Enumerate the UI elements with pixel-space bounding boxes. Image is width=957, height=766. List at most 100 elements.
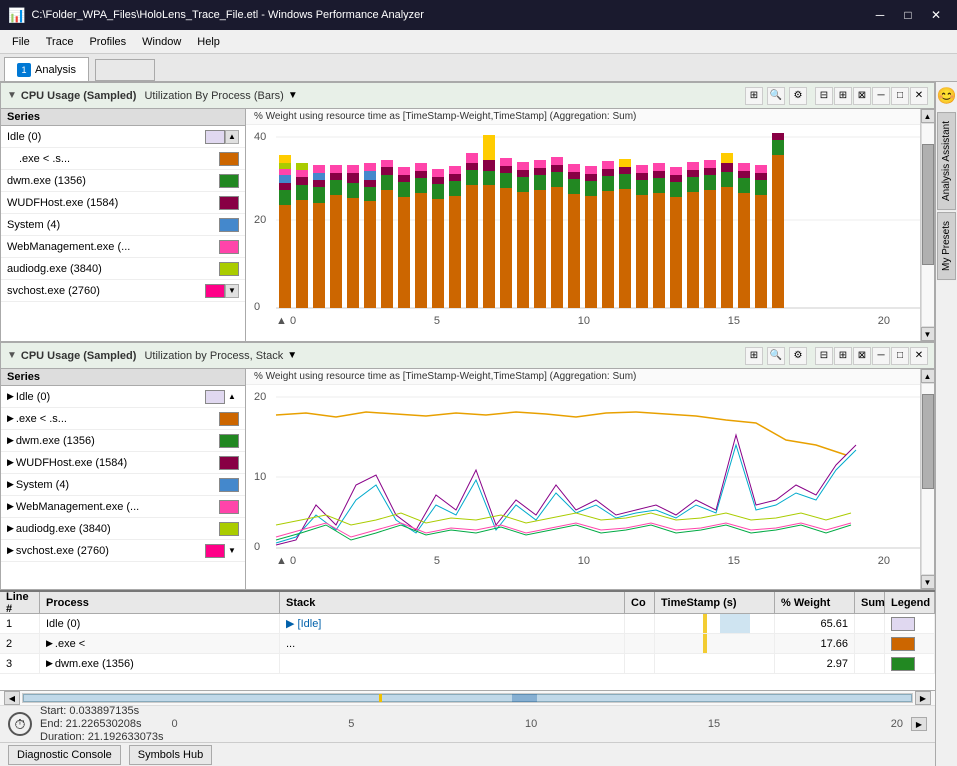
panel-mid-close-btn[interactable]: ✕ <box>910 347 928 365</box>
tl-label-20: 20 <box>891 718 903 730</box>
svg-text:40: 40 <box>254 131 266 143</box>
col-header-count[interactable]: Co <box>625 592 655 613</box>
expand-wudfhost[interactable]: ▶ <box>7 457 14 468</box>
expand-webmgmt[interactable]: ▶ <box>7 501 14 512</box>
menu-file[interactable]: File <box>4 31 38 53</box>
series-row-system[interactable]: System (4) <box>1 214 245 236</box>
symbols-hub-button[interactable]: Symbols Hub <box>129 745 212 765</box>
timeline-scroll-right2[interactable]: ▶ <box>911 717 927 731</box>
scroll-up-top[interactable]: ▲ <box>225 130 239 144</box>
panel-top-min-btn[interactable]: ─ <box>872 87 890 105</box>
panel-top-max-btn[interactable]: □ <box>891 87 909 105</box>
series-row-exe[interactable]: .exe < .s... <box>1 148 245 170</box>
series-row-webmgmt[interactable]: WebManagement.exe (... <box>1 236 245 258</box>
series-row-audiodg[interactable]: audiodg.exe (3840) <box>1 258 245 280</box>
diagnostic-console-button[interactable]: Diagnostic Console <box>8 745 121 765</box>
panel-mid-dropdown-icon[interactable]: ▼ <box>287 350 297 361</box>
panel-mid-vert-scroll[interactable]: ▲ ▼ <box>920 369 934 589</box>
panel-top-settings-btn[interactable]: ⚙ <box>789 87 807 105</box>
panel-mid-grid-btn1[interactable]: ⊟ <box>815 347 833 365</box>
col-header-process[interactable]: Process <box>40 592 280 613</box>
panel-top-vert-scroll[interactable]: ▲ ▼ <box>920 109 934 341</box>
timeline-axis: 0 5 10 15 20 <box>164 718 911 730</box>
scroll-top-thumb[interactable] <box>922 144 934 265</box>
col-header-weight[interactable]: % Weight <box>775 592 855 613</box>
scroll-top-track[interactable] <box>921 123 935 327</box>
menu-trace[interactable]: Trace <box>38 31 82 53</box>
series-row-mid-dwm[interactable]: ▶ dwm.exe (1356) <box>1 430 245 452</box>
maximize-button[interactable]: □ <box>895 4 921 26</box>
series-row-dwm[interactable]: dwm.exe (1356) <box>1 170 245 192</box>
series-row-idle[interactable]: Idle (0) ▲ <box>1 126 245 148</box>
panel-top-icon-btn[interactable]: ⊞ <box>745 87 763 105</box>
panel-mid-search-btn[interactable]: 🔍 <box>767 347 785 365</box>
menu-window[interactable]: Window <box>134 31 189 53</box>
series-row-mid-svchost[interactable]: ▶ svchost.exe (2760) ▼ <box>1 540 245 562</box>
series-row-mid-webmgmt[interactable]: ▶ WebManagement.exe (... <box>1 496 245 518</box>
table-row-2[interactable]: 2 ▶ .exe < ... 17.66 <box>0 634 935 654</box>
expand-row2[interactable]: ▶ <box>46 638 53 649</box>
timeline-thumb[interactable] <box>23 694 912 702</box>
expand-row3[interactable]: ▶ <box>46 658 53 669</box>
timeline-scroll-bar[interactable]: ◀ ▶ <box>0 691 935 706</box>
panel-top-collapse-icon[interactable]: ▼ <box>7 90 17 101</box>
cell-sum-3 <box>855 654 885 673</box>
scroll-mid-down[interactable]: ▼ <box>225 546 239 555</box>
tl-label-5: 5 <box>348 718 354 730</box>
series-row-wudfhost[interactable]: WUDFHost.exe (1584) <box>1 192 245 214</box>
side-tab-my-presets[interactable]: My Presets <box>937 212 956 280</box>
col-header-sum[interactable]: Sum <box>855 592 885 613</box>
minimize-button[interactable]: ─ <box>867 4 893 26</box>
menu-profiles[interactable]: Profiles <box>81 31 134 53</box>
panel-top-search-btn[interactable]: 🔍 <box>767 87 785 105</box>
cell-process-2: ▶ .exe < <box>40 634 280 653</box>
panel-top-grid-btn1[interactable]: ⊟ <box>815 87 833 105</box>
series-row-mid-exe[interactable]: ▶ .exe < .s... <box>1 408 245 430</box>
close-button[interactable]: ✕ <box>923 4 949 26</box>
scroll-top-up[interactable]: ▲ <box>921 109 935 123</box>
series-color-audiodg <box>219 262 239 276</box>
side-tab-analysis-assistant[interactable]: Analysis Assistant <box>937 112 956 210</box>
expand-idle[interactable]: ▶ <box>7 391 14 402</box>
panel-top: ▼ CPU Usage (Sampled) Utilization By Pro… <box>0 82 935 342</box>
menu-help[interactable]: Help <box>189 31 228 53</box>
series-row-mid-audiodg[interactable]: ▶ audiodg.exe (3840) <box>1 518 245 540</box>
table-row-1[interactable]: 1 Idle (0) ▶ [Idle] 65.61 <box>0 614 935 634</box>
col-header-line[interactable]: Line # <box>0 592 40 613</box>
table-row-3[interactable]: 3 ▶ dwm.exe (1356) 2.97 <box>0 654 935 674</box>
timeline-track[interactable] <box>22 693 913 703</box>
col-header-stack[interactable]: Stack <box>280 592 625 613</box>
panel-mid-grid-btn2[interactable]: ⊞ <box>834 347 852 365</box>
series-row-svchost[interactable]: svchost.exe (2760) ▼ <box>1 280 245 302</box>
tab-analysis[interactable]: 1 Analysis <box>4 57 89 81</box>
series-row-mid-system[interactable]: ▶ System (4) <box>1 474 245 496</box>
panel-mid-collapse-icon[interactable]: ▼ <box>7 350 17 361</box>
panel-mid-icon-btn[interactable]: ⊞ <box>745 347 763 365</box>
panel-mid-settings-btn[interactable]: ⚙ <box>789 347 807 365</box>
timeline-scroll-right[interactable]: ▶ <box>915 691 931 705</box>
expand-audiodg[interactable]: ▶ <box>7 523 14 534</box>
col-header-legend[interactable]: Legend <box>885 592 935 613</box>
scroll-down-top[interactable]: ▼ <box>225 284 239 298</box>
panel-top-grid-btn2[interactable]: ⊞ <box>834 87 852 105</box>
panel-top-dropdown-icon[interactable]: ▼ <box>288 90 298 101</box>
expand-system[interactable]: ▶ <box>7 479 14 490</box>
panel-mid-min-btn[interactable]: ─ <box>872 347 890 365</box>
col-header-timestamp[interactable]: TimeStamp (s) <box>655 592 775 613</box>
scroll-mid-down-btn[interactable]: ▼ <box>921 575 935 589</box>
timeline-scroll-left[interactable]: ◀ <box>4 691 20 705</box>
series-row-mid-wudfhost[interactable]: ▶ WUDFHost.exe (1584) <box>1 452 245 474</box>
scroll-mid-up-btn[interactable]: ▲ <box>921 369 935 383</box>
panel-top-close-btn[interactable]: ✕ <box>910 87 928 105</box>
scroll-top-down[interactable]: ▼ <box>921 327 935 341</box>
scroll-mid-up[interactable]: ▲ <box>225 392 239 401</box>
panel-mid-grid-btn3[interactable]: ⊠ <box>853 347 871 365</box>
panel-mid-max-btn[interactable]: □ <box>891 347 909 365</box>
scroll-mid-thumb[interactable] <box>922 394 934 489</box>
expand-svchost[interactable]: ▶ <box>7 545 14 556</box>
panel-top-grid-btn3[interactable]: ⊠ <box>853 87 871 105</box>
expand-exe[interactable]: ▶ <box>7 413 14 424</box>
expand-dwm[interactable]: ▶ <box>7 435 14 446</box>
series-row-mid-idle[interactable]: ▶ Idle (0) ▲ <box>1 386 245 408</box>
scroll-mid-track[interactable] <box>921 383 935 575</box>
